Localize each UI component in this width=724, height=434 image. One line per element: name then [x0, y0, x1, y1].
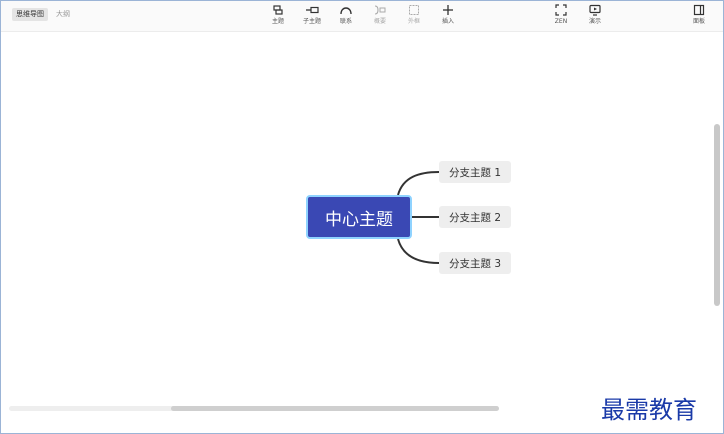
- zen-icon: [546, 4, 576, 18]
- topic-icon: [263, 4, 293, 18]
- zen-label: ZEN: [554, 18, 568, 25]
- app-window: 思维导图 大纲 主题 子主题 联系 概要 外框 插入 ZEN 演示 面板 中心主…: [0, 0, 724, 434]
- insert-button[interactable]: 插入: [433, 4, 463, 26]
- relationship-label: 联系: [339, 18, 352, 25]
- present-icon: [580, 4, 610, 18]
- toolbar: 思维导图 大纲 主题 子主题 联系 概要 外框 插入 ZEN 演示 面板: [1, 1, 723, 32]
- boundary-button[interactable]: 外框: [399, 4, 429, 26]
- central-topic[interactable]: 中心主题: [306, 195, 412, 239]
- zen-button[interactable]: ZEN: [546, 4, 576, 26]
- view-tabs: 思维导图 大纲: [12, 8, 74, 21]
- summary-button[interactable]: 概要: [365, 4, 395, 26]
- relationship-button[interactable]: 联系: [331, 4, 361, 26]
- panel-button[interactable]: 面板: [684, 4, 714, 26]
- horizontal-scrollbar-thumb[interactable]: [171, 406, 499, 411]
- mindmap-canvas[interactable]: 中心主题 分支主题 1 分支主题 2 分支主题 3: [1, 32, 723, 433]
- vertical-scrollbar[interactable]: [714, 124, 720, 306]
- branch-topic-1[interactable]: 分支主题 1: [439, 161, 511, 183]
- connector-branch-1: [397, 171, 440, 196]
- subtopic-icon: [297, 4, 327, 18]
- panel-label: 面板: [692, 18, 705, 25]
- relationship-icon: [331, 4, 361, 18]
- insert-icon: [433, 4, 463, 18]
- summary-icon: [365, 4, 395, 18]
- boundary-label: 外框: [407, 18, 420, 25]
- boundary-icon: [399, 4, 429, 18]
- branch-topic-2[interactable]: 分支主题 2: [439, 206, 511, 228]
- topic-button[interactable]: 主题: [263, 4, 293, 26]
- subtopic-button[interactable]: 子主题: [297, 4, 327, 26]
- summary-label: 概要: [373, 18, 386, 25]
- topic-label: 主题: [271, 18, 284, 25]
- present-label: 演示: [588, 18, 601, 25]
- tab-outline[interactable]: 大纲: [52, 8, 74, 21]
- tab-mindmap[interactable]: 思维导图: [12, 8, 48, 21]
- watermark-text: 最需教育: [601, 396, 697, 424]
- subtopic-label: 子主题: [302, 18, 321, 25]
- connector-branch-3: [397, 238, 440, 264]
- insert-label: 插入: [441, 18, 454, 25]
- branch-topic-3[interactable]: 分支主题 3: [439, 252, 511, 274]
- panel-icon: [684, 4, 714, 18]
- present-button[interactable]: 演示: [580, 4, 610, 26]
